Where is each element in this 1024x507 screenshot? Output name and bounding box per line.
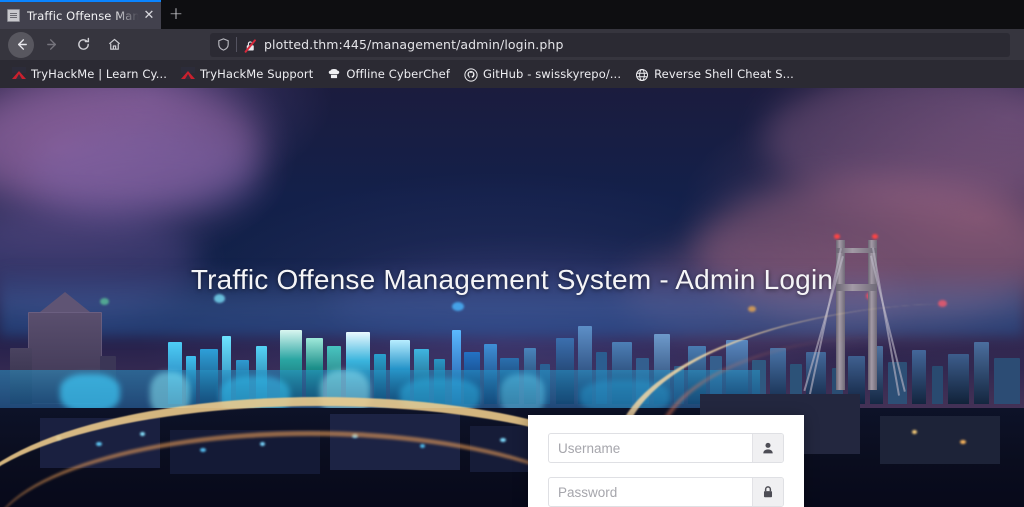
- close-icon[interactable]: ✕: [141, 8, 157, 24]
- home-icon: [107, 37, 122, 52]
- address-divider: [236, 37, 237, 52]
- bookmark-label: TryHackMe | Learn Cy...: [31, 67, 167, 81]
- arrow-left-icon: [14, 37, 29, 52]
- home-button[interactable]: [101, 32, 127, 58]
- shield-icon[interactable]: [216, 37, 231, 52]
- password-input[interactable]: [549, 478, 752, 506]
- forward-button[interactable]: [39, 32, 65, 58]
- password-field-group[interactable]: [548, 477, 784, 507]
- tryhackme-icon: [12, 67, 26, 81]
- bookmark-offline-cyberchef[interactable]: Offline CyberChef: [321, 64, 456, 84]
- reload-icon: [76, 37, 91, 52]
- foreground-city: [0, 298, 1024, 507]
- bridge-light: [834, 234, 840, 239]
- bookmark-label: Offline CyberChef: [346, 67, 450, 81]
- bookmark-tryhackme-learn[interactable]: TryHackMe | Learn Cy...: [6, 64, 173, 84]
- bookmark-reverse-shell-cheat-sheet[interactable]: Reverse Shell Cheat S...: [629, 64, 800, 84]
- username-input[interactable]: [549, 434, 752, 462]
- new-tab-button[interactable]: +: [161, 0, 191, 29]
- bookmark-label: GitHub - swisskyrepo/...: [483, 67, 622, 81]
- tab-title: Traffic Offense Managem: [27, 8, 141, 23]
- bookmark-label: Reverse Shell Cheat S...: [654, 67, 794, 81]
- user-icon: [752, 434, 783, 462]
- page-title: Traffic Offense Management System - Admi…: [190, 264, 834, 295]
- back-button[interactable]: [8, 31, 34, 58]
- bridge-light: [872, 234, 878, 239]
- page-content: Traffic Offense Management System - Admi…: [0, 88, 1024, 507]
- broken-lock-icon[interactable]: [243, 38, 257, 53]
- login-card: Go to Portal Sign In: [528, 415, 804, 507]
- github-icon: [464, 67, 478, 82]
- page-icon: [7, 9, 20, 22]
- url-text: plotted.thm:445/management/admin/login.p…: [264, 37, 564, 52]
- browser-chrome: Traffic Offense Managem ✕ +: [0, 0, 1024, 88]
- bookmarks-bar: TryHackMe | Learn Cy... TryHackMe Suppor…: [0, 60, 1024, 88]
- tryhackme-icon: [181, 67, 195, 81]
- bridge-crossbeam-top: [836, 248, 877, 253]
- bookmark-github-swisskyrepo[interactable]: GitHub - swisskyrepo/...: [458, 64, 627, 84]
- username-field-group[interactable]: [548, 433, 784, 463]
- globe-icon: [635, 67, 649, 81]
- chef-hat-icon: [327, 67, 341, 81]
- tab-strip: Traffic Offense Managem ✕ +: [0, 0, 1024, 29]
- navigation-toolbar: plotted.thm:445/management/admin/login.p…: [0, 29, 1024, 60]
- reload-button[interactable]: [70, 32, 96, 58]
- bookmark-label: TryHackMe Support: [200, 67, 314, 81]
- bookmark-tryhackme-support[interactable]: TryHackMe Support: [175, 64, 319, 84]
- arrow-right-icon: [45, 37, 60, 52]
- lock-icon: [752, 478, 783, 506]
- address-bar[interactable]: plotted.thm:445/management/admin/login.p…: [210, 32, 1010, 57]
- browser-window: Traffic Offense Managem ✕ +: [0, 0, 1024, 507]
- tab-active[interactable]: Traffic Offense Managem ✕: [0, 0, 161, 29]
